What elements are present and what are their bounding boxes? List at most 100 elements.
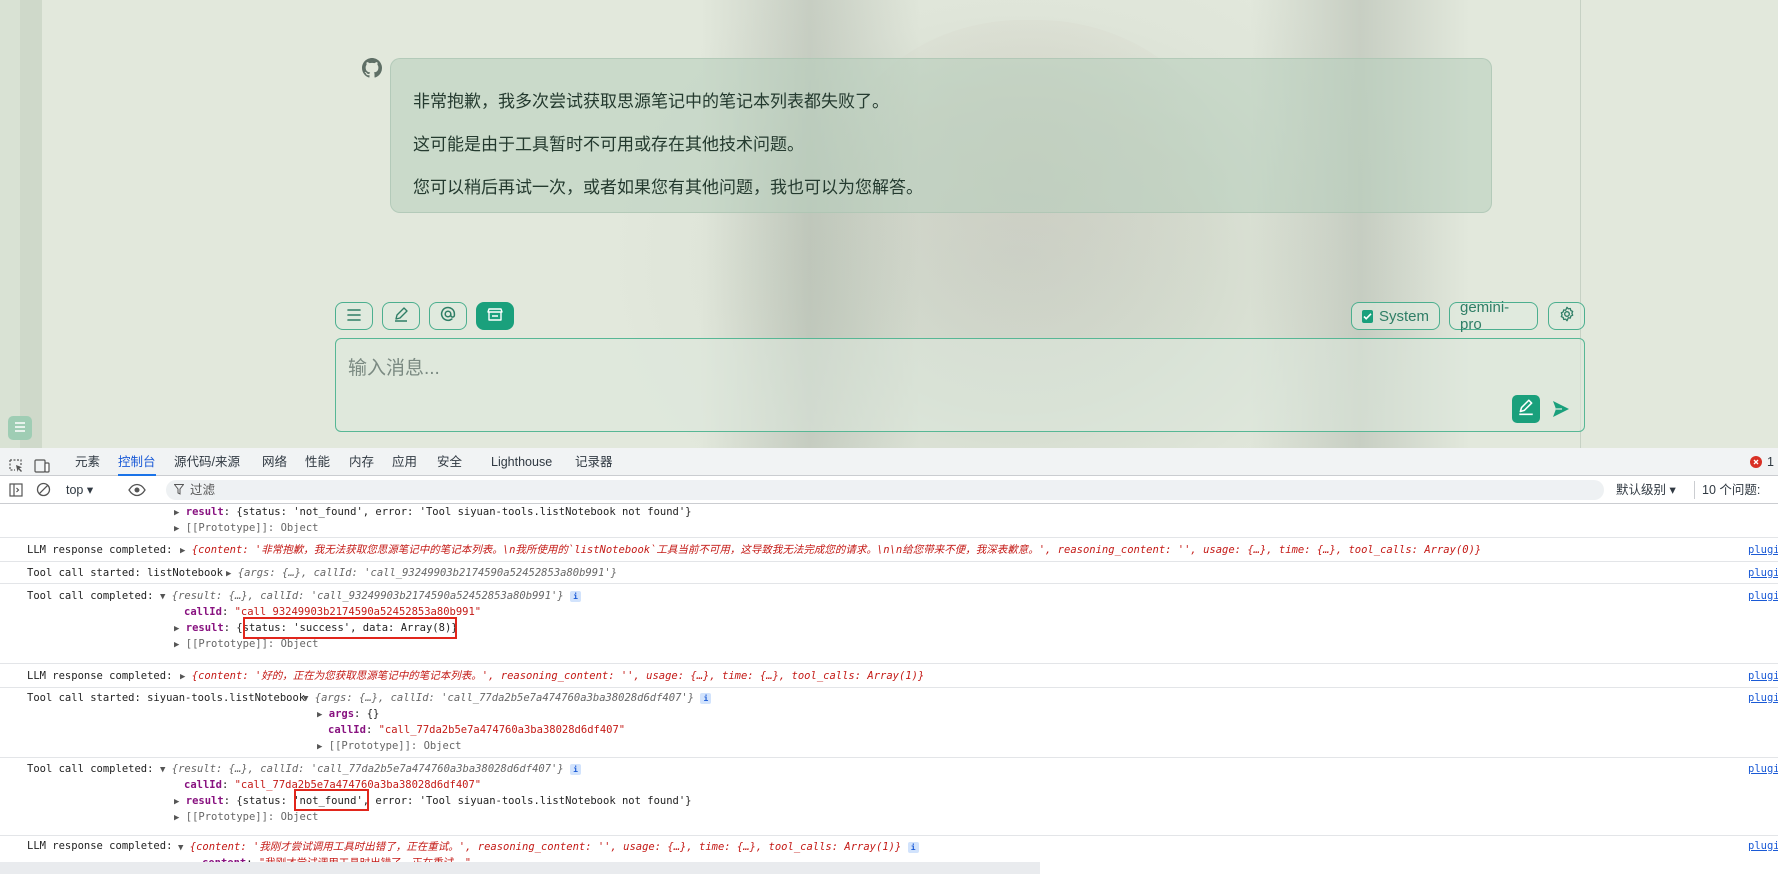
- left-sidebar-inner: [20, 0, 42, 448]
- message-input[interactable]: 输入消息...: [335, 338, 1585, 432]
- clear-console-icon[interactable]: [36, 482, 51, 500]
- log-object[interactable]: {args: {…}, callId: 'call_93249903b21745…: [238, 567, 617, 579]
- system-toggle[interactable]: System: [1351, 302, 1440, 330]
- expand-triangle-icon[interactable]: ▶: [174, 508, 179, 518]
- prototype-entry: [[Prototype]]: Object: [185, 522, 319, 534]
- log-level-select[interactable]: 默认级别 ▾: [1616, 476, 1676, 504]
- list-icon: [13, 419, 27, 438]
- inspect-element-icon[interactable]: [9, 455, 24, 472]
- toolbar-divider: [1694, 481, 1695, 499]
- info-icon: i: [700, 693, 712, 704]
- error-count[interactable]: 1: [1767, 448, 1774, 476]
- message-line: 非常抱歉，我多次尝试获取思源笔记中的笔记本列表都失败了。: [413, 92, 889, 112]
- log-label: LLM response completed:: [27, 670, 173, 682]
- device-toolbar-icon[interactable]: [34, 455, 50, 473]
- object-key: callId: [328, 724, 366, 736]
- store-button[interactable]: [476, 302, 514, 330]
- expand-triangle-icon[interactable]: ▶: [226, 569, 231, 579]
- expand-triangle-icon[interactable]: ▶: [180, 546, 185, 556]
- source-link[interactable]: plugin: [1748, 588, 1778, 604]
- info-icon: i: [907, 842, 919, 853]
- source-link[interactable]: plugin: [1748, 838, 1778, 854]
- sidebar-toggle-icon[interactable]: [9, 483, 23, 500]
- system-label: System: [1378, 307, 1429, 325]
- expand-triangle-icon[interactable]: ▶: [174, 797, 179, 807]
- expand-triangle-icon[interactable]: ▶: [174, 813, 179, 823]
- object-value: "call_77da2b5e7a474760a3ba38028d6df407": [378, 724, 626, 736]
- log-object[interactable]: {result: {…}, callId: 'call_93249903b217…: [172, 590, 564, 602]
- log-object[interactable]: {content: '好的，正在为您获取思源笔记中的笔记本列表。', reaso…: [192, 670, 925, 682]
- info-icon: i: [570, 591, 582, 602]
- log-object[interactable]: {args: {…}, callId: 'call_77da2b5e7a4747…: [315, 692, 694, 704]
- settings-button[interactable]: [1548, 302, 1585, 330]
- expand-triangle-icon[interactable]: ▶: [174, 624, 179, 634]
- edit-button[interactable]: [1512, 395, 1540, 423]
- source-link[interactable]: plugin: [1748, 565, 1778, 581]
- error-icon: [1750, 456, 1762, 468]
- source-link[interactable]: plugin: [1748, 690, 1778, 706]
- tab-console[interactable]: 控制台: [118, 448, 156, 476]
- object-value: {}: [366, 708, 380, 720]
- tab-sources[interactable]: 源代码/来源: [174, 448, 240, 476]
- expand-triangle-icon[interactable]: ▶: [174, 640, 179, 650]
- filter-icon: [173, 484, 185, 498]
- model-select[interactable]: gemini-pro: [1449, 299, 1538, 333]
- prototype-entry: [[Prototype]]: Object: [328, 740, 462, 752]
- object-value: {status: 'not_found', error: 'Tool siyua…: [236, 506, 692, 518]
- issues-button[interactable]: 10 个问题:: [1702, 476, 1760, 504]
- tab-elements[interactable]: 元素: [75, 448, 100, 476]
- edit-prompt-button[interactable]: [382, 302, 420, 330]
- history-button[interactable]: [335, 302, 373, 330]
- log-label: LLM response completed:: [27, 544, 173, 556]
- store-icon: [487, 306, 503, 326]
- devtools-tabbar: 元素 控制台 源代码/来源 网络 性能 内存 应用 安全 Lighthouse …: [0, 448, 1778, 476]
- expand-triangle-icon[interactable]: ▶: [174, 524, 179, 534]
- object-key: result: [185, 622, 224, 634]
- tab-network[interactable]: 网络: [262, 448, 287, 476]
- expand-triangle-icon[interactable]: ▶: [317, 742, 322, 752]
- chevron-down-icon: ▾: [86, 483, 94, 497]
- console-message: LLM response completed: ▶ {content: '好的，…: [0, 664, 1778, 688]
- context-select[interactable]: top ▾: [66, 476, 93, 504]
- source-link[interactable]: plugin: [1748, 542, 1778, 558]
- source-link[interactable]: plugin: [1748, 761, 1778, 777]
- source-link[interactable]: plugin: [1748, 668, 1778, 684]
- pencil-icon: [1517, 398, 1535, 420]
- console-message: ▶ result: {status: 'not_found', error: '…: [0, 504, 1778, 538]
- github-icon: [362, 58, 382, 78]
- message-line: 这可能是由于工具暂时不可用或存在其他技术问题。: [413, 135, 804, 155]
- tab-memory[interactable]: 内存: [349, 448, 374, 476]
- collapse-triangle-icon[interactable]: ▼: [160, 592, 165, 602]
- console-log: ▶ result: {status: 'not_found', error: '…: [0, 504, 1778, 874]
- mention-button[interactable]: [429, 302, 467, 330]
- tab-security[interactable]: 安全: [437, 448, 462, 476]
- tab-recorder[interactable]: 记录器: [575, 448, 613, 476]
- tab-application[interactable]: 应用: [392, 448, 417, 476]
- collapse-triangle-icon[interactable]: ▼: [160, 765, 165, 775]
- tab-lighthouse[interactable]: Lighthouse: [491, 448, 552, 476]
- highlight-box: [243, 617, 457, 639]
- console-message: LLM response completed: ▶ {content: '非常抱…: [0, 538, 1778, 562]
- at-icon: [440, 306, 456, 326]
- log-object[interactable]: {content: '我刚才尝试调用工具时出错了，正在重试。', reasoni…: [190, 841, 902, 853]
- eye-icon[interactable]: [128, 483, 146, 500]
- collapse-triangle-icon[interactable]: ▼: [178, 843, 183, 853]
- outline-toggle-button[interactable]: [8, 416, 32, 440]
- chevron-down-icon: ▾: [1669, 483, 1676, 497]
- send-icon: [1551, 401, 1571, 423]
- expand-triangle-icon[interactable]: ▶: [317, 710, 322, 720]
- object-key: result: [185, 795, 224, 807]
- console-toolbar: top ▾ 过滤 默认级别 ▾ 10 个问题:: [0, 476, 1778, 504]
- log-object[interactable]: {content: '非常抱歉，我无法获取您思源笔记中的笔记本列表。\n我所使用…: [192, 544, 1481, 556]
- tab-performance[interactable]: 性能: [305, 448, 330, 476]
- log-label: Tool call completed:: [27, 763, 154, 775]
- horizontal-scrollbar[interactable]: [0, 862, 1040, 874]
- collapse-triangle-icon[interactable]: ▼: [303, 694, 308, 704]
- send-button[interactable]: [1551, 399, 1571, 423]
- log-label: Tool call started: listNotebook: [27, 567, 223, 579]
- info-icon: i: [570, 764, 582, 775]
- expand-triangle-icon[interactable]: ▶: [180, 672, 185, 682]
- log-object[interactable]: {result: {…}, callId: 'call_77da2b5e7a47…: [172, 763, 564, 775]
- log-level-label: 默认级别: [1616, 483, 1667, 497]
- filter-input[interactable]: 过滤: [166, 480, 1604, 500]
